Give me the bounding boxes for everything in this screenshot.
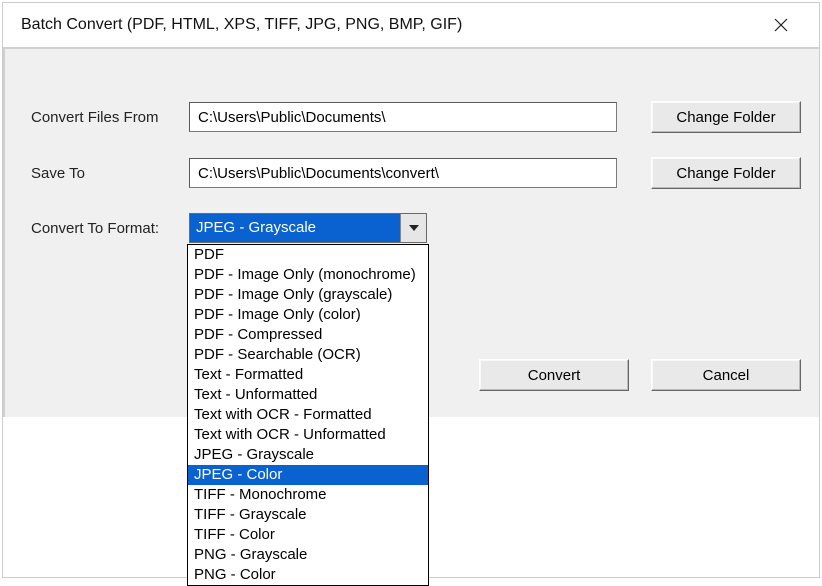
input-convert-from[interactable]: [189, 102, 617, 132]
cancel-button[interactable]: Cancel: [651, 359, 801, 391]
label-save-to: Save To: [31, 165, 189, 182]
format-option[interactable]: JPEG - Grayscale: [188, 445, 428, 465]
format-option[interactable]: PNG - Grayscale: [188, 545, 428, 565]
change-folder-from-button[interactable]: Change Folder: [651, 101, 801, 133]
label-convert-from: Convert Files From: [31, 109, 189, 126]
format-option[interactable]: Text with OCR - Unformatted: [188, 425, 428, 445]
row-convert-from: Convert Files From Change Folder: [5, 101, 819, 133]
change-folder-save-button[interactable]: Change Folder: [651, 157, 801, 189]
format-selected-value: JPEG - Grayscale: [190, 214, 400, 242]
titlebar: Batch Convert (PDF, HTML, XPS, TIFF, JPG…: [3, 3, 819, 47]
format-option[interactable]: TIFF - Grayscale: [188, 505, 428, 525]
format-option[interactable]: PDF - Searchable (OCR): [188, 345, 428, 365]
format-option[interactable]: Text with OCR - Formatted: [188, 405, 428, 425]
format-option[interactable]: PNG - Color: [188, 565, 428, 585]
format-combobox[interactable]: JPEG - Grayscale: [189, 213, 427, 243]
format-dropdown-button[interactable]: [400, 214, 426, 242]
format-option[interactable]: JPEG - Color: [188, 465, 428, 485]
format-dropdown-list[interactable]: PDFPDF - Image Only (monochrome)PDF - Im…: [187, 244, 429, 586]
close-icon: [774, 18, 788, 32]
input-save-to[interactable]: [189, 158, 617, 188]
label-format: Convert To Format:: [31, 220, 189, 237]
window-title: Batch Convert (PDF, HTML, XPS, TIFF, JPG…: [21, 16, 761, 34]
action-buttons: Convert Cancel: [479, 359, 801, 391]
format-option[interactable]: PDF: [188, 245, 428, 265]
format-option[interactable]: Text - Formatted: [188, 365, 428, 385]
format-option[interactable]: PDF - Image Only (color): [188, 305, 428, 325]
chevron-down-icon: [409, 225, 419, 231]
dialog-window: Batch Convert (PDF, HTML, XPS, TIFF, JPG…: [2, 2, 820, 578]
convert-button[interactable]: Convert: [479, 359, 629, 391]
format-option[interactable]: PDF - Compressed: [188, 325, 428, 345]
row-save-to: Save To Change Folder: [5, 157, 819, 189]
format-option[interactable]: TIFF - Color: [188, 525, 428, 545]
format-option[interactable]: PDF - Image Only (monochrome): [188, 265, 428, 285]
row-format: Convert To Format: JPEG - Grayscale: [5, 213, 819, 243]
close-button[interactable]: [761, 6, 801, 44]
format-option[interactable]: PDF - Image Only (grayscale): [188, 285, 428, 305]
format-option[interactable]: Text - Unformatted: [188, 385, 428, 405]
format-option[interactable]: TIFF - Monochrome: [188, 485, 428, 505]
